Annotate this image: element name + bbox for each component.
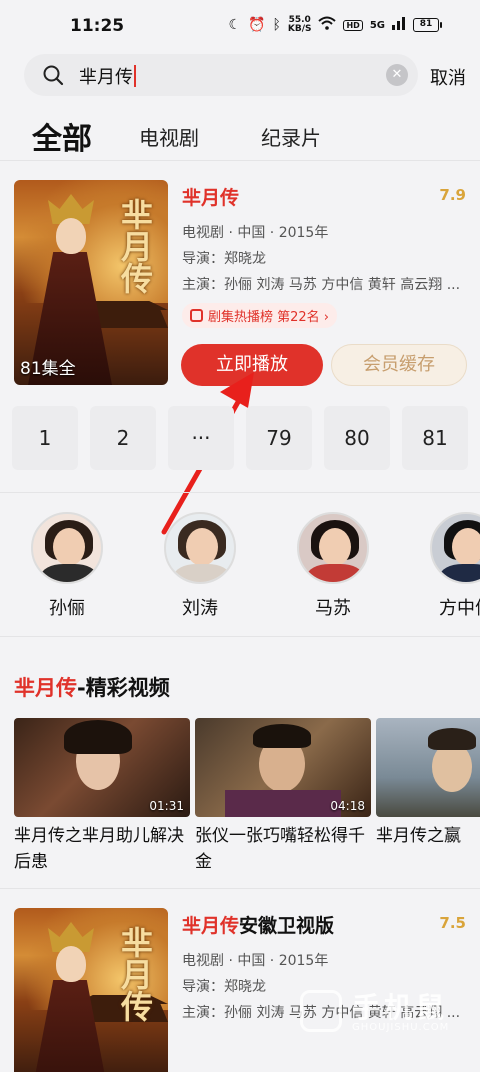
avatar xyxy=(297,512,369,584)
alarm-icon: ⏰ xyxy=(248,17,266,33)
avatar xyxy=(164,512,236,584)
vip-cache-button[interactable]: 会员缓存 xyxy=(331,344,467,386)
result-info: 芈月传 电视剧 · 中国 · 2015年 导演：郑晓龙 主演：孙俪 刘涛 马苏 … xyxy=(182,183,464,328)
video-thumbnail: 01:31 xyxy=(14,718,190,817)
text-caret xyxy=(134,65,136,87)
poster-title: 芈月传 xyxy=(116,926,154,1022)
avatar xyxy=(430,512,480,584)
cast-name: 方中信 xyxy=(439,598,480,619)
video-item[interactable]: 01:31 芈月传之芈月助儿解决后患 xyxy=(14,718,190,875)
video-duration: 01:31 xyxy=(149,799,184,813)
video-thumbnail xyxy=(376,718,480,817)
cast-member[interactable]: 马苏 xyxy=(288,512,378,620)
episode-count-badge: 81集全 xyxy=(20,359,76,379)
episode-button[interactable]: 79 xyxy=(246,406,312,470)
net-speed: 55.0 KB/S xyxy=(287,15,312,34)
tab-documentary[interactable]: 纪录片 xyxy=(261,122,321,151)
cast-member[interactable]: 刘涛 xyxy=(155,512,245,620)
episode-button[interactable]: 1 xyxy=(12,406,78,470)
status-bar: 11:25 ☾ ⏰ ᛒ 55.0 KB/S HD 5G 81 xyxy=(0,0,480,52)
battery-icon: 81 xyxy=(413,18,442,32)
tab-all[interactable]: 全部 xyxy=(32,114,92,158)
episode-button[interactable]: 2 xyxy=(90,406,156,470)
section-title: 芈月传-精彩视频 xyxy=(14,676,170,700)
video-title: 芈月传之嬴 xyxy=(376,826,461,846)
cast-member[interactable]: 方中信 xyxy=(421,512,480,620)
result-meta: 电视剧 · 中国 · 2015年 xyxy=(182,225,329,241)
video-item[interactable]: 04:18 张仪一张巧嘴轻松得千金 xyxy=(195,718,371,875)
episode-button[interactable]: 81 xyxy=(402,406,468,470)
poster-image[interactable]: 芈月传 xyxy=(14,908,168,1072)
result-title[interactable]: 芈月传安徽卫视版 xyxy=(182,911,464,938)
watermark: 手机鼠 GHOUJISHU.COM xyxy=(300,986,460,1042)
divider xyxy=(0,888,480,889)
result-director: 导演：郑晓龙 xyxy=(182,251,266,267)
signal-icon: 5G xyxy=(369,19,385,31)
search-icon xyxy=(43,65,64,86)
video-title: 芈月传之芈月助儿解决后患 xyxy=(14,826,184,872)
divider xyxy=(0,492,480,493)
poster-image[interactable]: 芈月传 81集全 xyxy=(14,180,168,385)
wifi-icon xyxy=(318,16,337,34)
hd-badge: HD xyxy=(343,19,363,31)
status-icons: ☾ ⏰ ᛒ 55.0 KB/S HD 5G 81 xyxy=(228,16,442,34)
chart-icon xyxy=(190,309,203,322)
watermark-logo-icon xyxy=(300,990,342,1032)
cast-name: 孙俪 xyxy=(49,598,85,619)
result-cast: 主演：孙俪 刘涛 马苏 方中信 黄轩 高云翔 ... xyxy=(182,277,461,293)
result-meta: 电视剧 · 中国 · 2015年 xyxy=(182,953,329,969)
cancel-button[interactable]: 取消 xyxy=(430,64,466,90)
cast-list: 孙俪 刘涛 马苏 方中信 xyxy=(0,512,480,622)
search-input[interactable]: 芈月传 ✕ xyxy=(24,54,418,96)
video-item[interactable]: 芈月传之嬴 xyxy=(376,718,480,875)
video-thumbnail: 04:18 xyxy=(195,718,371,817)
cast-name: 刘涛 xyxy=(182,598,218,619)
result-title[interactable]: 芈月传 xyxy=(182,183,464,210)
episode-more-button[interactable]: ··· xyxy=(168,406,234,470)
category-tabs: 全部 电视剧 纪录片 xyxy=(0,112,480,158)
episode-selector: 1 2 ··· 79 80 81 xyxy=(0,406,480,470)
divider xyxy=(0,160,480,161)
moon-icon: ☾ xyxy=(228,17,242,33)
tab-tv-series[interactable]: 电视剧 xyxy=(139,122,199,151)
clear-icon[interactable]: ✕ xyxy=(386,64,408,86)
battery-level: 81 xyxy=(413,18,439,32)
poster-title: 芈月传 xyxy=(116,198,154,294)
divider xyxy=(0,636,480,637)
search-query[interactable]: 芈月传 xyxy=(79,63,136,89)
rank-badge[interactable]: 剧集热播榜 第22名 › xyxy=(182,303,338,328)
cast-name: 马苏 xyxy=(315,598,351,619)
episode-button[interactable]: 80 xyxy=(324,406,390,470)
cast-member[interactable]: 孙俪 xyxy=(22,512,112,620)
avatar xyxy=(31,512,103,584)
status-time: 11:25 xyxy=(70,16,125,36)
bluetooth-icon: ᛒ xyxy=(272,17,281,33)
video-duration: 04:18 xyxy=(330,799,365,813)
signal-bars-icon xyxy=(392,16,406,34)
video-title: 张仪一张巧嘴轻松得千金 xyxy=(195,826,365,872)
video-list: 01:31 芈月传之芈月助儿解决后患 04:18 张仪一张巧嘴轻松得千金 芈月传… xyxy=(0,718,480,878)
